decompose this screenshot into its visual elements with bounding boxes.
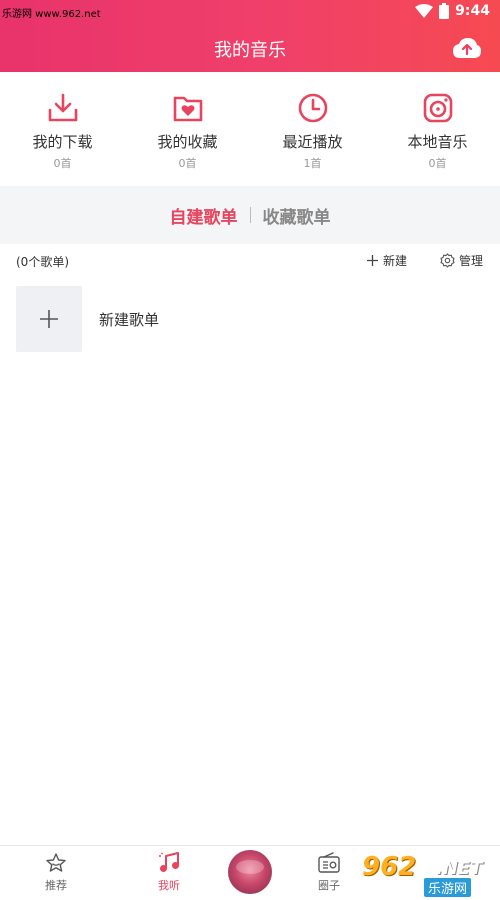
manage-label: 管理 xyxy=(459,254,484,268)
cloud-upload-icon[interactable] xyxy=(452,36,482,60)
quick-action-label: 最近播放 xyxy=(282,133,343,151)
plus-icon xyxy=(367,255,378,266)
create-playlist-label: 新建歌单 xyxy=(99,310,160,329)
app-header: 乐游网 www.962.net 9:44 我的音乐 xyxy=(0,0,500,72)
quick-action-count: 0首 xyxy=(428,157,447,170)
vinyl-icon xyxy=(423,93,452,123)
playlist-list-header: (0个歌单) 新建 管理 xyxy=(0,246,500,276)
clock-icon xyxy=(298,93,327,123)
disc-highlight xyxy=(236,860,264,874)
new-playlist-label: 新建 xyxy=(383,254,408,268)
local-music-button[interactable]: 本地音乐 0首 xyxy=(375,72,500,186)
tab-created-playlists[interactable]: 自建歌单 xyxy=(158,203,250,228)
new-playlist-button[interactable]: 新建 xyxy=(366,252,407,269)
radio-icon xyxy=(318,852,340,873)
playlist-tabs: 自建歌单 收藏歌单 xyxy=(0,186,500,244)
music-note-icon xyxy=(159,852,179,872)
quick-action-count: 0首 xyxy=(53,157,72,170)
create-playlist-row[interactable]: 新建歌单 xyxy=(16,286,484,352)
status-bar: 乐游网 www.962.net 9:44 xyxy=(0,0,500,26)
quick-actions: 我的下载 0首 我的收藏 0首 最近播放 1首 本地音乐 0首 xyxy=(0,72,500,186)
now-playing-disc[interactable] xyxy=(228,850,272,894)
my-downloads-button[interactable]: 我的下载 0首 xyxy=(0,72,125,186)
quick-action-label: 本地音乐 xyxy=(407,133,468,151)
playlist-count: (0个歌单) xyxy=(16,255,69,269)
nav-circle-label: 圈子 xyxy=(318,879,340,892)
nav-listen[interactable]: 我听 xyxy=(139,852,199,893)
recent-plays-button[interactable]: 最近播放 1首 xyxy=(250,72,375,186)
battery-icon xyxy=(439,3,450,19)
gear-icon xyxy=(440,253,455,268)
status-time: 9:44 xyxy=(455,3,490,19)
quick-action-label: 我的收藏 xyxy=(157,133,218,151)
my-favorites-button[interactable]: 我的收藏 0首 xyxy=(125,72,250,186)
quick-action-count: 1首 xyxy=(303,157,322,170)
watermark-logo: 962 .NET 乐游网 xyxy=(362,852,494,897)
logo-subtitle: 乐游网 xyxy=(424,878,472,897)
favorite-folder-icon xyxy=(173,96,202,122)
logo-net: .NET xyxy=(436,858,483,879)
nav-listen-label: 我听 xyxy=(158,879,180,892)
page-title: 我的音乐 xyxy=(214,40,286,61)
nav-circle[interactable]: 圈子 xyxy=(299,852,359,893)
star-icon xyxy=(46,853,66,872)
tab-collected-playlists[interactable]: 收藏歌单 xyxy=(251,203,343,228)
download-icon xyxy=(48,93,77,122)
nav-recommend[interactable]: 推荐 xyxy=(26,852,86,893)
quick-action-label: 我的下载 xyxy=(32,133,93,151)
wifi-icon xyxy=(415,4,434,18)
nav-recommend-label: 推荐 xyxy=(45,879,67,892)
quick-action-count: 0首 xyxy=(178,157,197,170)
plus-icon xyxy=(40,310,58,328)
watermark-text: 乐游网 www.962.net xyxy=(2,9,101,20)
manage-button[interactable]: 管理 xyxy=(440,252,483,269)
logo-number: 962 xyxy=(362,852,417,882)
app-screen: { "status": { "watermark": "乐游网 www.962.… xyxy=(0,0,500,900)
create-playlist-tile xyxy=(16,286,82,352)
status-indicators: 9:44 xyxy=(415,3,490,19)
